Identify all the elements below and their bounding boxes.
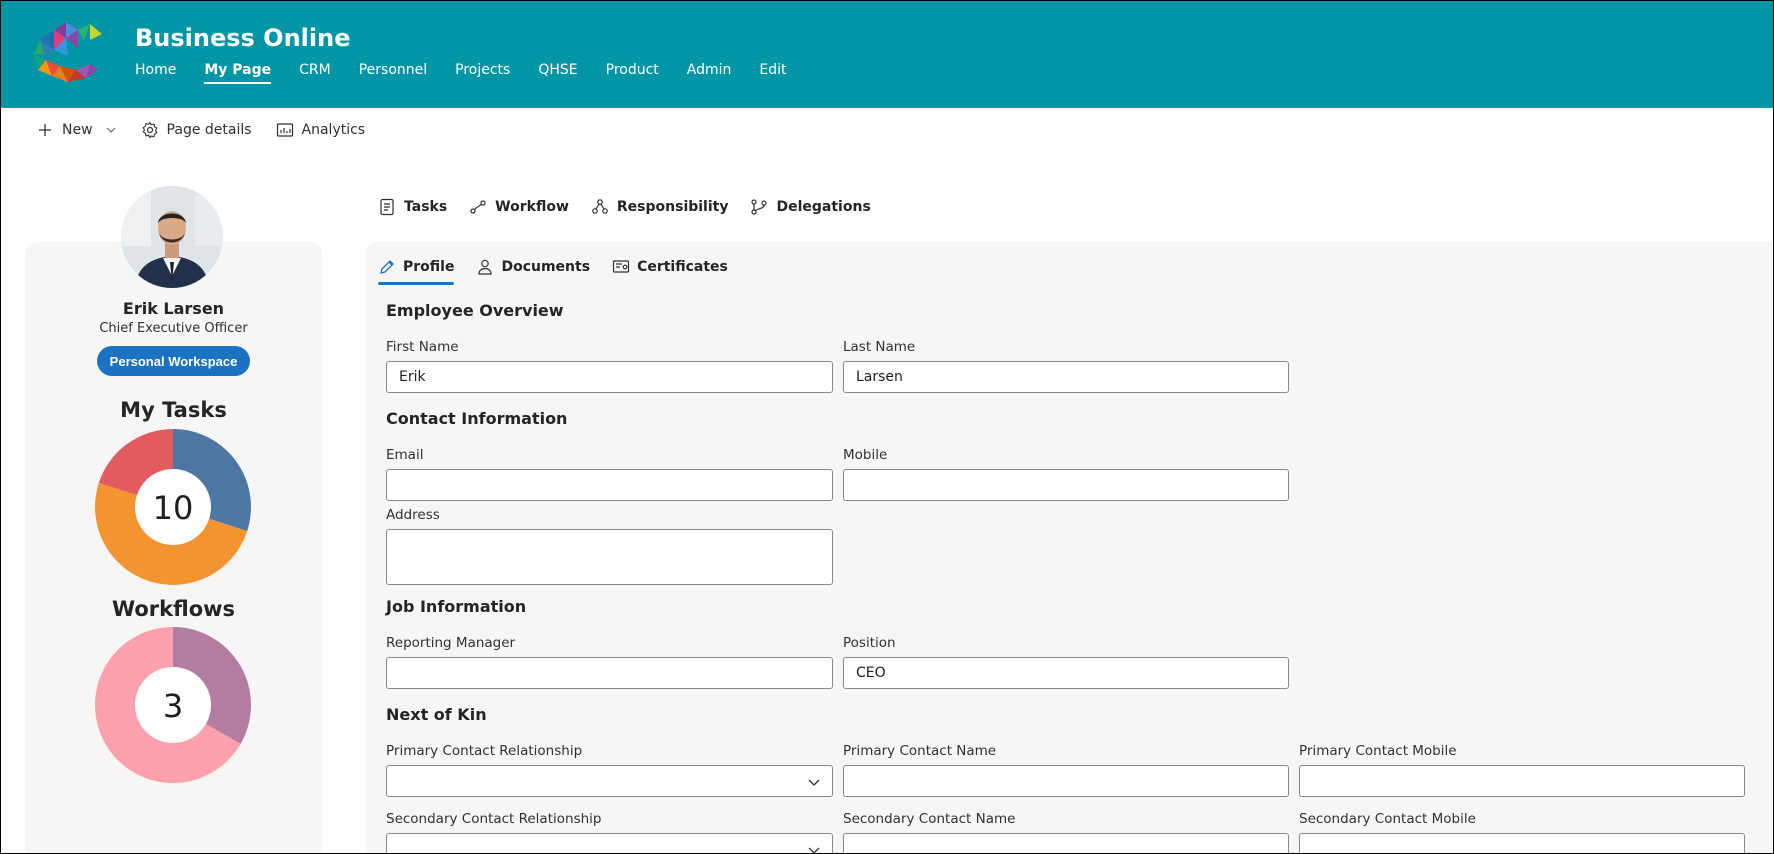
plus-icon — [39, 124, 51, 136]
job-information-heading: Job Information — [386, 597, 527, 616]
nav-crm[interactable]: CRM — [299, 62, 331, 84]
tab-certificates[interactable]: Certificates — [612, 256, 728, 285]
reporting-manager-field[interactable] — [386, 657, 833, 689]
workflows-title: Workflows — [111, 597, 236, 621]
nav-home[interactable]: Home — [135, 62, 176, 84]
workflows-total: 3 — [163, 687, 183, 725]
chevron-down-icon — [808, 847, 820, 854]
people-network-icon — [592, 199, 608, 214]
primary-contact-mobile-label: Primary Contact Mobile — [1299, 743, 1457, 759]
tab-certificates-label: Certificates — [637, 259, 728, 275]
checklist-icon — [380, 198, 394, 216]
tab-documents-label: Documents — [501, 259, 591, 275]
tab-tasks-label: Tasks — [404, 199, 448, 215]
analytics-icon — [276, 123, 293, 137]
last-name-field[interactable]: Larsen — [843, 361, 1289, 393]
nav-edit[interactable]: Edit — [759, 62, 786, 84]
secondary-contact-relationship-dropdown[interactable] — [386, 833, 833, 854]
tab-documents[interactable]: Documents — [476, 256, 590, 285]
tab-responsibility[interactable]: Responsibility — [591, 198, 729, 216]
secondary-contact-name-field[interactable] — [843, 833, 1289, 854]
nav-qhse[interactable]: QHSE — [538, 62, 577, 84]
secondary-contact-mobile-label: Secondary Contact Mobile — [1299, 811, 1476, 827]
new-button[interactable]: New — [36, 121, 117, 139]
tab-workflow-label: Workflow — [495, 199, 569, 215]
tab-workflow[interactable]: Workflow — [469, 198, 569, 216]
top-tab-bar: Tasks Workflow Responsibility Delegation… — [378, 198, 871, 216]
primary-contact-name-field[interactable] — [843, 765, 1289, 797]
company-logo-icon[interactable] — [32, 20, 106, 86]
secondary-contact-name-label: Secondary Contact Name — [843, 811, 1016, 827]
tab-profile[interactable]: Profile — [378, 256, 455, 285]
analytics-button[interactable]: Analytics — [276, 121, 366, 139]
avatar[interactable] — [121, 186, 223, 288]
secondary-contact-mobile-field[interactable] — [1299, 833, 1745, 854]
my-tasks-donut[interactable]: 10 — [95, 429, 251, 585]
workflow-icon — [470, 200, 486, 214]
primary-contact-relationship-label: Primary Contact Relationship — [386, 743, 583, 759]
nav-projects[interactable]: Projects — [455, 62, 510, 84]
next-of-kin-heading: Next of Kin — [386, 705, 487, 724]
pencil-icon — [380, 260, 394, 274]
workflows-donut[interactable]: 3 — [95, 627, 251, 783]
command-bar: New Page details Analytics — [36, 121, 365, 139]
tab-responsibility-label: Responsibility — [616, 199, 729, 215]
primary-contact-relationship-dropdown[interactable] — [386, 765, 833, 797]
chevron-down-icon — [808, 779, 820, 786]
mobile-field[interactable] — [843, 469, 1289, 501]
last-name-label: Last Name — [843, 339, 916, 355]
chevron-down-icon — [106, 127, 115, 133]
sub-tab-bar: Profile Documents Certificates — [378, 256, 728, 285]
certificate-icon — [612, 260, 630, 273]
person-job-title: Chief Executive Officer — [99, 321, 248, 336]
secondary-contact-relationship-label: Secondary Contact Relationship — [386, 811, 602, 827]
address-label: Address — [386, 507, 440, 523]
new-label: New — [62, 122, 93, 138]
contact-information-heading: Contact Information — [386, 409, 568, 428]
site-title[interactable]: Business Online — [135, 24, 350, 52]
first-name-field[interactable]: Erik — [386, 361, 833, 393]
employee-overview-heading: Employee Overview — [386, 301, 564, 320]
email-label: Email — [386, 447, 424, 463]
top-navigation: Home My Page CRM Personnel Projects QHSE… — [135, 62, 815, 84]
tab-delegations-label: Delegations — [776, 199, 871, 215]
nav-product[interactable]: Product — [606, 62, 659, 84]
position-field[interactable]: CEO — [843, 657, 1289, 689]
page-details-button[interactable]: Page details — [141, 121, 252, 139]
mobile-label: Mobile — [843, 447, 888, 463]
branch-icon — [751, 199, 768, 215]
my-tasks-title: My Tasks — [120, 398, 227, 422]
email-field[interactable] — [386, 469, 833, 501]
person-photo-icon — [121, 186, 223, 288]
nav-my-page[interactable]: My Page — [204, 62, 271, 84]
nav-admin[interactable]: Admin — [687, 62, 732, 84]
page-details-label: Page details — [166, 122, 252, 138]
tab-tasks[interactable]: Tasks — [378, 198, 447, 216]
gear-icon — [141, 121, 158, 139]
person-icon — [478, 259, 493, 275]
primary-contact-name-label: Primary Contact Name — [843, 743, 997, 759]
address-field[interactable] — [386, 529, 833, 585]
analytics-label: Analytics — [301, 122, 366, 138]
tab-profile-label: Profile — [403, 259, 455, 275]
tab-delegations[interactable]: Delegations — [750, 198, 871, 216]
site-header: Business Online Home My Page CRM Personn… — [0, 0, 1774, 108]
primary-contact-mobile-field[interactable] — [1299, 765, 1745, 797]
reporting-manager-label: Reporting Manager — [386, 635, 516, 651]
my-tasks-total: 10 — [153, 489, 194, 527]
position-label: Position — [843, 635, 896, 651]
person-name: Erik Larsen — [122, 299, 225, 318]
first-name-label: First Name — [386, 339, 459, 355]
personal-workspace-button[interactable]: Personal Workspace — [97, 346, 250, 376]
nav-personnel[interactable]: Personnel — [359, 62, 427, 84]
